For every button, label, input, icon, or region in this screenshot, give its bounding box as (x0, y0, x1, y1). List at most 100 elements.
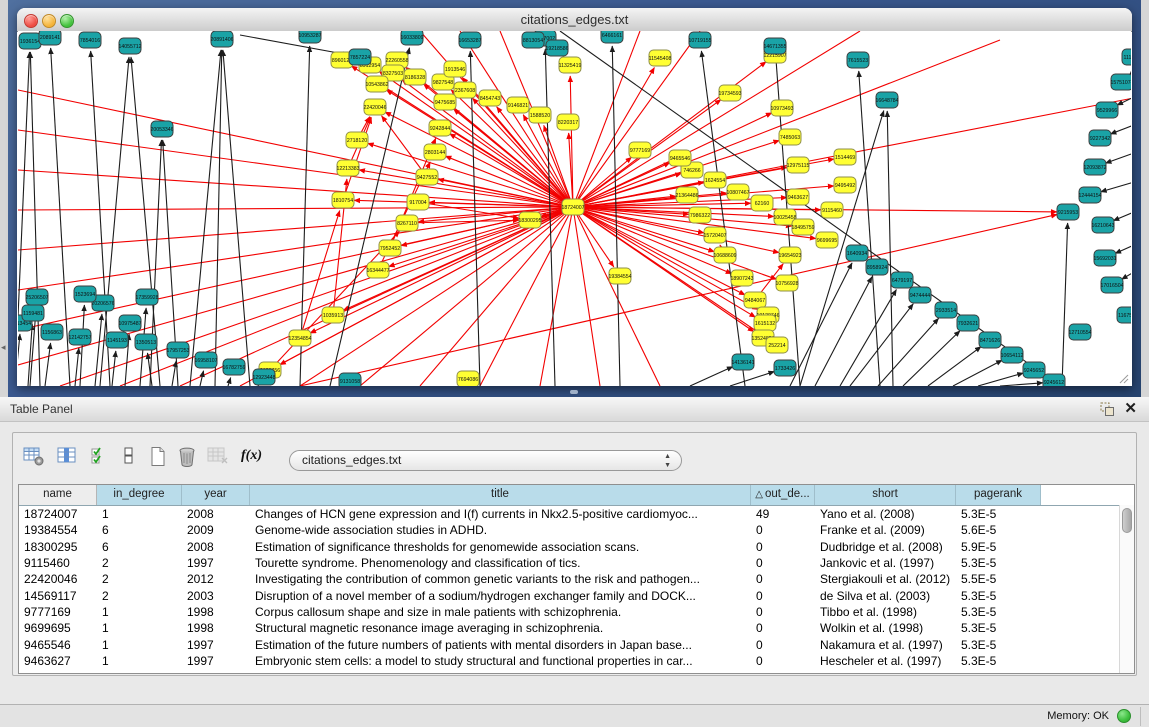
graph-node[interactable]: 12444154 (1078, 187, 1101, 203)
graph-node[interactable]: 9245652 (1023, 362, 1045, 378)
graph-node[interactable]: 22420046 (363, 99, 386, 115)
graph-node[interactable]: 1145193 (106, 332, 128, 348)
citation-edge-black[interactable] (1101, 182, 1131, 192)
graph-node[interactable]: 19734593 (718, 85, 741, 101)
citation-edge-black[interactable] (45, 343, 51, 386)
graph-node[interactable]: 19384554 (608, 268, 631, 284)
graph-node[interactable]: 12142757 (68, 329, 91, 345)
sidebar-collapse-arrow-icon[interactable]: ◂ (1, 343, 6, 352)
graph-node[interactable]: 8186328 (404, 69, 426, 85)
graph-node[interactable]: 1523694 (74, 286, 96, 302)
graph-node[interactable]: 9242844 (429, 120, 451, 136)
scrollbar-thumb[interactable] (1122, 508, 1132, 533)
column-header-short[interactable]: short (815, 485, 956, 505)
citation-edge-black[interactable] (240, 35, 349, 55)
graph-node[interactable]: 1035913 (322, 307, 344, 323)
graph-node[interactable]: 20891406 (210, 31, 233, 47)
graph-node[interactable]: 7932621 (957, 315, 979, 331)
graph-node[interactable]: 9475685 (434, 94, 456, 110)
citation-edge-red[interactable] (18, 207, 573, 210)
column-header-title[interactable]: title (250, 485, 751, 505)
column-header-pagerank[interactable]: pagerank (956, 485, 1041, 505)
zoom-window-button[interactable] (60, 14, 74, 28)
table-selector-dropdown[interactable]: citations_edges.txt ▲▼ (289, 450, 682, 471)
graph-node[interactable]: 14671355 (763, 38, 786, 54)
vertical-scrollbar[interactable] (1119, 505, 1134, 673)
graph-node[interactable]: 10654112 (1001, 347, 1024, 363)
graph-node[interactable]: 18724007 (561, 199, 584, 215)
graph-node[interactable]: 7615523 (847, 52, 869, 68)
citation-edge-black[interactable] (850, 304, 913, 386)
table-row[interactable]: 1872400712008Changes of HCN gene express… (19, 506, 1134, 522)
citation-edge-red[interactable] (120, 207, 573, 386)
citation-edge-red[interactable] (18, 170, 573, 207)
table-row[interactable]: 946362711997Embryonic stem cells: a mode… (19, 653, 1134, 669)
column-header-in-degree[interactable]: in_degree (97, 485, 182, 505)
column-header-year[interactable]: year (182, 485, 250, 505)
citation-edge-black[interactable] (228, 377, 231, 386)
graph-node[interactable]: 9215953 (1057, 204, 1079, 220)
graph-node[interactable]: 18300295 (518, 212, 541, 228)
graph-node[interactable]: 14136141 (731, 354, 754, 370)
graph-node[interactable]: 9427552 (416, 169, 438, 185)
graph-node[interactable]: 10719155 (688, 32, 711, 48)
citation-edge-black[interactable] (903, 331, 960, 386)
graph-node[interactable]: 62160 (751, 195, 773, 211)
citation-edge-black[interactable] (112, 351, 116, 386)
table-row[interactable]: 946554611997Estimation of the future num… (19, 637, 1134, 653)
graph-node[interactable]: 7485063 (779, 129, 801, 145)
graph-node[interactable]: 8471626 (979, 332, 1001, 348)
graph-node[interactable]: 8220317 (557, 114, 579, 130)
citation-edge-black[interactable] (859, 71, 880, 386)
graph-node[interactable]: 9699695 (816, 232, 838, 248)
close-panel-icon[interactable]: ✕ (1124, 399, 1137, 419)
graph-node[interactable]: 1913546 (444, 61, 466, 77)
graph-node[interactable]: 9245612 (1043, 374, 1065, 386)
graph-node[interactable]: 17957253 (166, 342, 189, 358)
column-visibility-icon[interactable] (57, 446, 77, 471)
function-builder-icon[interactable]: f(x) (241, 448, 262, 464)
graph-node[interactable]: 15751074 (1110, 74, 1131, 90)
graph-node[interactable]: 917004 (407, 194, 429, 210)
graph-node[interactable]: 252214 (766, 337, 788, 353)
graph-node[interactable]: 10953287 (298, 31, 321, 43)
table-row[interactable]: 1938455462009Genome-wide association stu… (19, 522, 1134, 538)
citation-edge-red[interactable] (368, 143, 573, 207)
citation-edge-black[interactable] (690, 367, 733, 386)
graph-node[interactable]: 25206507 (25, 289, 48, 305)
citation-edge-red[interactable] (460, 31, 573, 207)
graph-node[interactable]: 15720407 (703, 227, 726, 243)
citation-edge-black[interactable] (840, 289, 896, 386)
graph-node[interactable]: 9474444 (909, 287, 931, 303)
citation-edge-black[interactable] (18, 334, 20, 386)
citation-edge-black[interactable] (978, 373, 1023, 386)
graph-node[interactable]: 16033809 (400, 31, 423, 45)
graph-node[interactable]: 20053346 (150, 121, 173, 137)
graph-node[interactable]: 7952452 (379, 240, 401, 256)
column-header-out-degree[interactable]: △out_de... (751, 485, 815, 505)
graph-node[interactable]: 19218586 (545, 40, 568, 56)
graph-node[interactable]: 17359928 (135, 289, 158, 305)
table-row[interactable]: 1456911722003Disruption of a novel membe… (19, 588, 1134, 604)
graph-node[interactable]: 1733426 (774, 360, 796, 376)
graph-node[interactable]: 12975115 (787, 157, 810, 173)
graph-node[interactable]: 2803144 (424, 144, 446, 160)
graph-node[interactable]: 16958107 (194, 352, 217, 368)
graph-node[interactable]: 7694086 (457, 371, 479, 386)
citation-edge-red[interactable] (480, 207, 573, 386)
graph-node[interactable]: 10973493 (770, 100, 793, 116)
citation-edge-black[interactable] (28, 324, 32, 386)
canvas-resize-grip[interactable] (1120, 375, 1128, 383)
graph-node[interactable]: 8454743 (479, 90, 501, 106)
table-settings-icon[interactable] (23, 446, 45, 471)
citation-edge-red[interactable] (573, 40, 1000, 207)
citation-edge-black[interactable] (953, 360, 1002, 386)
graph-node[interactable]: 16210643 (1091, 217, 1114, 233)
minimize-window-button[interactable] (42, 14, 56, 28)
graph-node[interactable]: 17016504 (1100, 277, 1123, 293)
graph-node[interactable]: 19654923 (778, 247, 801, 263)
graph-node[interactable]: 9227342 (1089, 130, 1111, 146)
float-panel-icon[interactable] (1099, 401, 1115, 417)
network-canvas[interactable]: 1872400789601238912954222605588327503818… (18, 31, 1131, 386)
citation-edge-black[interactable] (223, 50, 250, 386)
